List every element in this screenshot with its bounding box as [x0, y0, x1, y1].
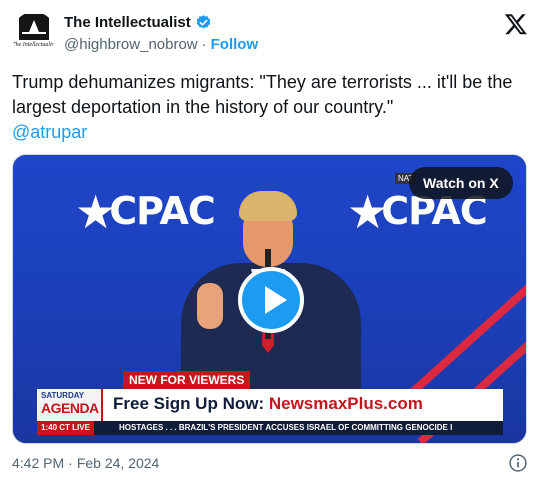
author-handle[interactable]: @highbrow_nobrow [64, 36, 198, 53]
author-display-name[interactable]: The Intellectualist [64, 14, 191, 31]
author-handle-row: @highbrow_nobrow · Follow [64, 36, 258, 53]
show-logo-line1: SATURDAY [41, 391, 85, 400]
mention-link[interactable]: @atrupar [12, 120, 532, 145]
show-logo: SATURDAY AGENDA [37, 389, 103, 421]
watch-on-x-button[interactable]: Watch on X [409, 167, 513, 199]
show-logo-line2: AGENDA [41, 400, 99, 416]
tweet-time: 4:42 PM [12, 455, 65, 471]
handle-separator: · [201, 36, 207, 53]
author-name-row: The Intellectualist [64, 14, 212, 31]
avatar[interactable]: The Intellectualist [12, 12, 56, 56]
tweet-date: Feb 24, 2024 [76, 455, 160, 471]
chyron-bar: SATURDAY AGENDA Free Sign Up Now: Newsma… [37, 389, 503, 421]
info-icon[interactable] [508, 453, 528, 473]
x-logo-icon[interactable] [504, 12, 528, 36]
news-ticker: 1:40 CT LIVE HOSTAGES . . . BRAZIL'S PRE… [37, 421, 503, 435]
ticker-time: 1:40 CT LIVE [37, 421, 94, 435]
follow-button[interactable]: Follow [211, 36, 259, 53]
ticker-text: HOSTAGES . . . BRAZIL'S PRESIDENT ACCUSE… [119, 423, 453, 432]
chyron-headline: Free Sign Up Now: NewsmaxPlus.com [113, 394, 423, 413]
intellectualist-logo-icon [19, 14, 49, 40]
video-player[interactable]: ★CPAC ★CPAC NAT NEW FOR VIEWERS SATURDAY [12, 154, 527, 444]
avatar-wordmark: The Intellectualist [12, 42, 56, 48]
stage-red-stripe [387, 235, 526, 415]
timestamp-separator: · [68, 455, 73, 471]
chyron-tag: NEW FOR VIEWERS [123, 371, 251, 389]
tweet-body: Trump dehumanizes migrants: "They are te… [12, 72, 513, 117]
tweet-timestamp[interactable]: 4:42 PM · Feb 24, 2024 [12, 455, 159, 471]
play-icon[interactable] [238, 267, 304, 333]
tweet-embed-card: The Intellectualist The Intellectualist … [0, 0, 544, 480]
tweet-text: Trump dehumanizes migrants: "They are te… [12, 70, 532, 145]
verified-badge-icon [196, 15, 211, 29]
